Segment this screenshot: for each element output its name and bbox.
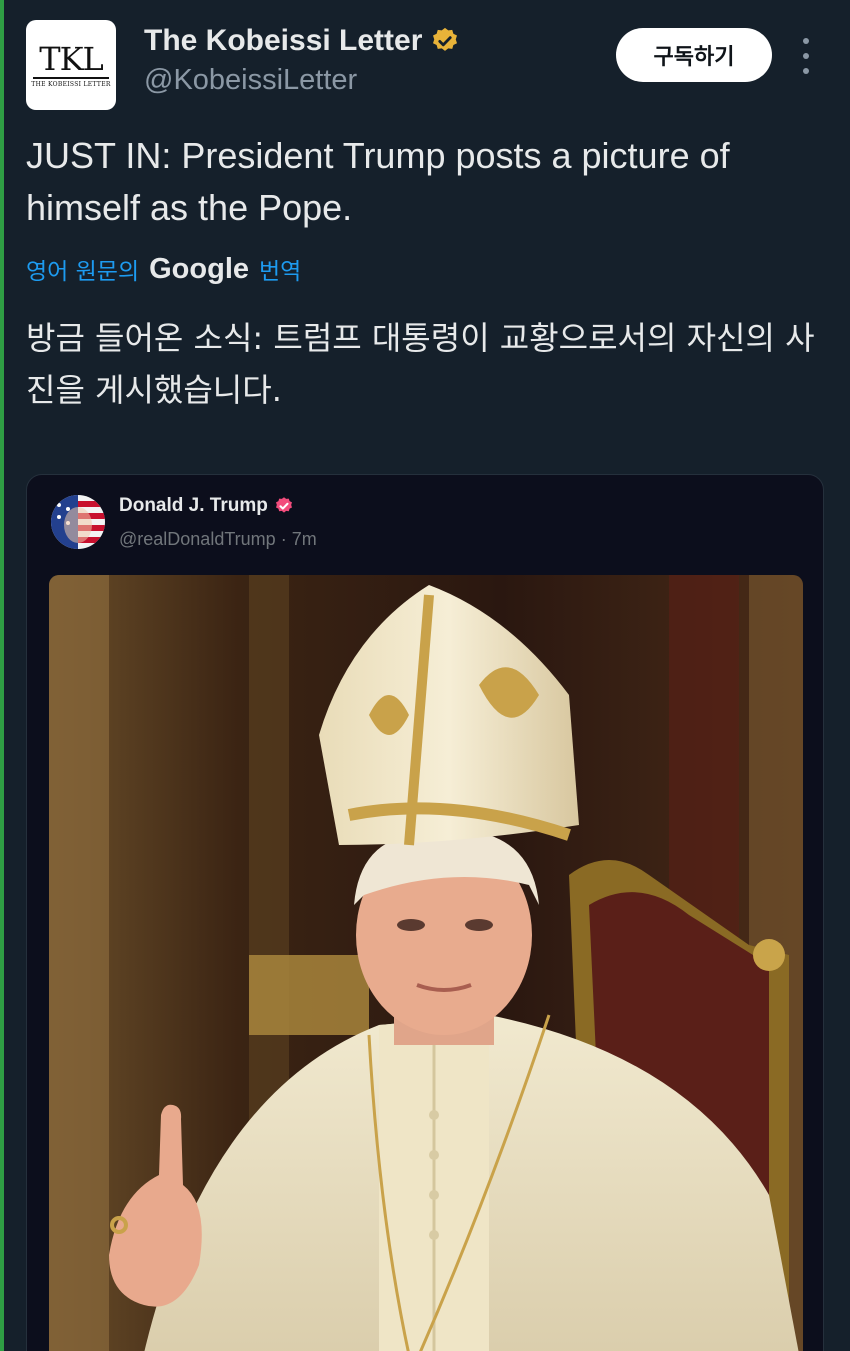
verified-gold-badge-icon — [433, 27, 458, 51]
author-handle[interactable]: @KobeissiLetter — [144, 64, 357, 97]
quoted-author-handle[interactable]: @realDonaldTrump — [119, 529, 276, 549]
ellipsis-dot — [803, 68, 809, 74]
tweet-body-text: JUST IN: President Trump posts a picture… — [26, 135, 730, 228]
quoted-author-name-row[interactable]: Donald J. Trump — [119, 495, 294, 517]
pope-portrait-illustration — [49, 575, 803, 1351]
verified-pink-badge-icon — [275, 497, 292, 513]
quoted-post-card[interactable]: Donald J. Trump @realDonaldTrump · 7m — [26, 474, 824, 1351]
left-accent-strip — [0, 0, 4, 1351]
author-name-row[interactable]: The Kobeissi Letter — [144, 24, 460, 58]
translate-prefix[interactable]: 영어 원문의 — [26, 252, 139, 286]
translate-suffix[interactable]: 번역 — [259, 252, 301, 286]
quoted-author-display-name[interactable]: Donald J. Trump — [119, 495, 268, 517]
vertical-ellipsis-icon[interactable] — [796, 38, 816, 74]
quoted-post-time[interactable]: 7m — [292, 529, 317, 549]
tweet-header: TKL THE KOBEISSI LETTER The Kobeissi Let… — [26, 18, 826, 110]
quoted-author-avatar[interactable] — [51, 495, 105, 549]
pope-portrait-image[interactable] — [49, 575, 803, 1351]
author-display-name[interactable]: The Kobeissi Letter — [144, 24, 422, 58]
american-flag-portrait-icon — [51, 495, 105, 549]
subscribe-button[interactable]: 구독하기 — [616, 28, 772, 82]
avatar-logo-subtext: THE KOBEISSI LETTER — [31, 80, 111, 88]
ellipsis-dot — [803, 53, 809, 59]
author-avatar[interactable]: TKL THE KOBEISSI LETTER — [26, 20, 116, 110]
google-logo-text: Google — [149, 252, 250, 285]
meta-separator: · — [280, 529, 287, 549]
quoted-post-meta: @realDonaldTrump · 7m — [119, 529, 317, 550]
translated-body-text: 방금 들어온 소식: 트럼프 대통령이 교황으로서의 자신의 사진을 게시했습니… — [26, 319, 815, 409]
ellipsis-dot — [803, 38, 809, 44]
avatar-logo-rule — [33, 76, 109, 79]
translation-attribution[interactable]: 영어 원문의 Google 번역 — [26, 252, 301, 286]
avatar-logo-text: TKL — [39, 39, 103, 78]
